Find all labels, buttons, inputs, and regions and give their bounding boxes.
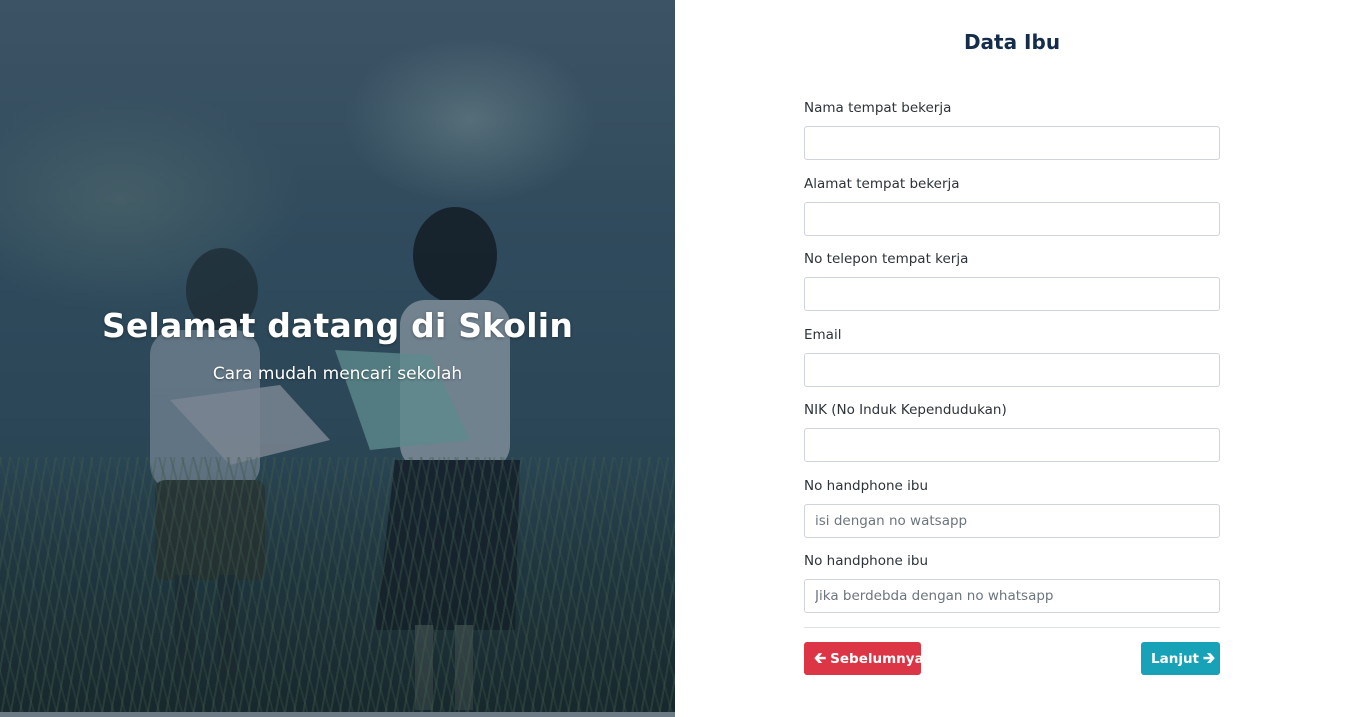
previous-button-label: Sebelumnya (830, 650, 924, 667)
mother-phone-alt-label: No handphone ibu (804, 553, 929, 569)
workplace-name-input[interactable] (804, 126, 1220, 160)
nik-label: NIK (No Induk Kependudukan) (804, 402, 1007, 418)
form-divider (804, 627, 1220, 628)
next-button[interactable]: Lanjut 🡲 (1141, 642, 1220, 675)
form-title: Data Ibu (963, 30, 1061, 54)
mother-phone-label: No handphone ibu (804, 478, 929, 494)
mother-phone-input[interactable] (804, 504, 1220, 538)
workplace-address-label: Alamat tempat bekerja (804, 176, 960, 192)
arrow-right-icon: 🡲 (1203, 649, 1216, 667)
hero-panel: Selamat datang di Skolin Cara mudah menc… (0, 0, 675, 717)
email-label: Email (804, 327, 842, 343)
hero-subtitle: Cara mudah mencari sekolah (212, 364, 463, 384)
workplace-name-label: Nama tempat bekerja (804, 100, 952, 116)
email-field[interactable] (804, 353, 1220, 387)
mother-phone-alt-input[interactable] (804, 579, 1220, 613)
workplace-address-input[interactable] (804, 202, 1220, 236)
hero-title: Selamat datang di Skolin (101, 306, 574, 345)
next-button-label: Lanjut (1151, 650, 1200, 667)
workplace-phone-input[interactable] (804, 277, 1220, 311)
nik-input[interactable] (804, 428, 1220, 462)
arrow-left-icon: 🡰 (814, 649, 827, 667)
workplace-phone-label: No telepon tempat kerja (804, 251, 969, 267)
previous-button[interactable]: 🡰 Sebelumnya (804, 642, 924, 675)
